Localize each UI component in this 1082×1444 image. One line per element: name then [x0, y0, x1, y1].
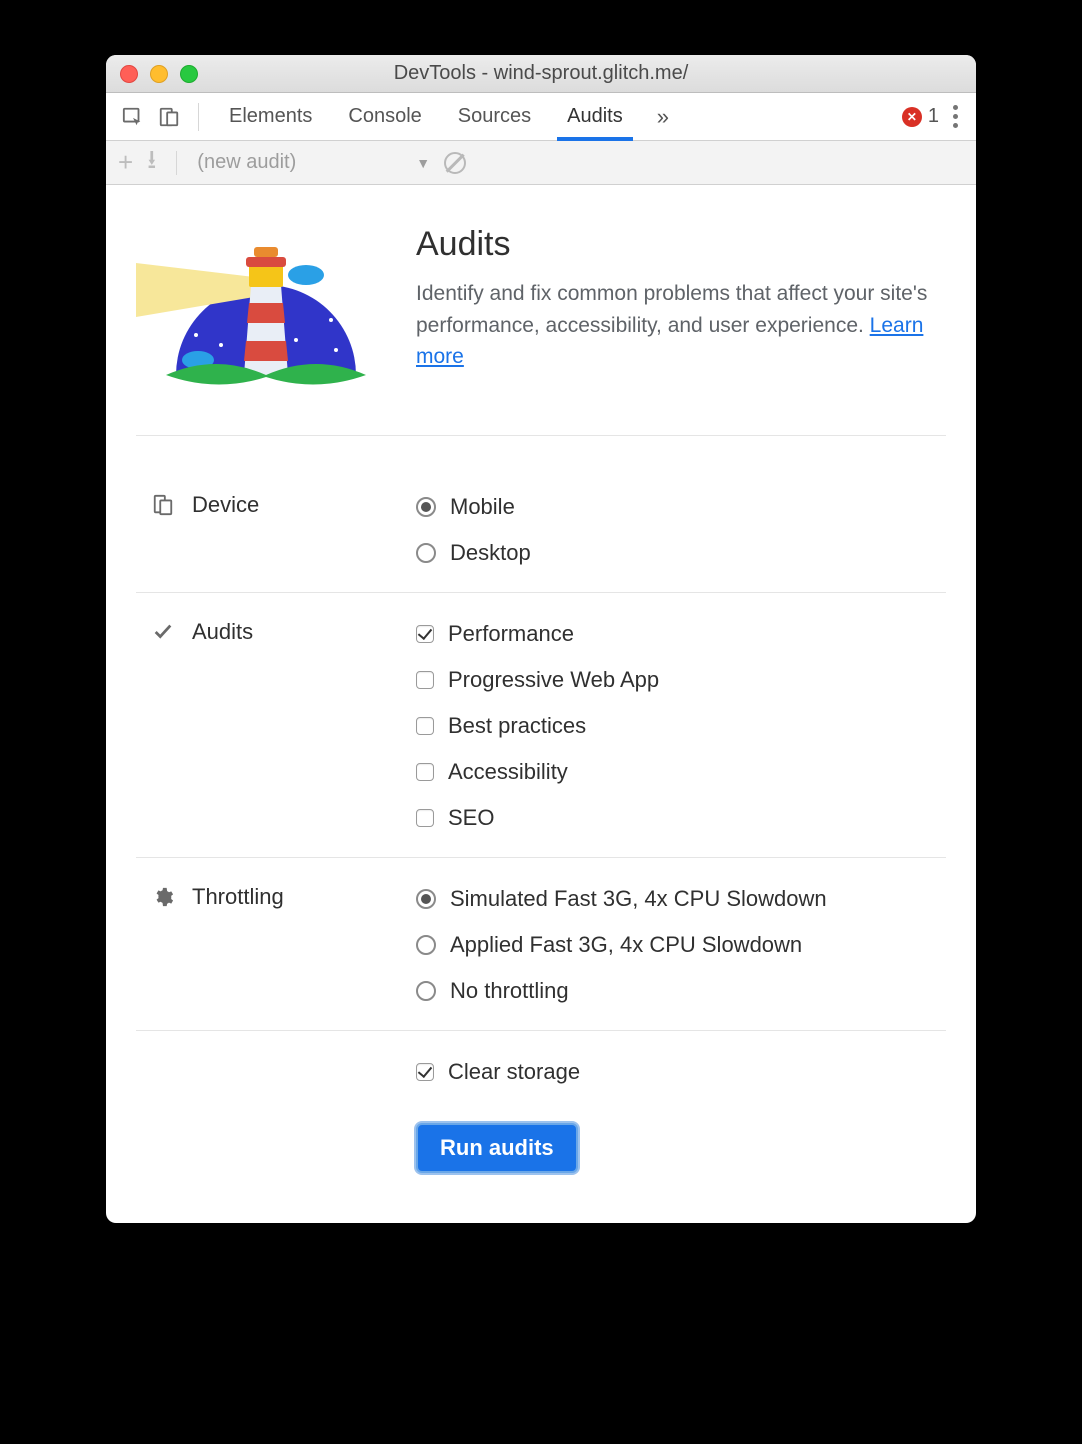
option-label: Mobile [450, 494, 515, 520]
audit-select-dropdown[interactable]: (new audit) ▼ [197, 151, 430, 174]
window-title: DevTools - wind-sprout.glitch.me/ [106, 62, 976, 85]
option-label: Performance [448, 621, 574, 647]
option-label: Accessibility [448, 759, 568, 785]
audit-seo-option[interactable]: SEO [416, 805, 659, 831]
audits-panel: Audits Identify and fix common problems … [106, 185, 976, 1223]
checkbox-icon [416, 763, 434, 781]
audit-accessibility-option[interactable]: Accessibility [416, 759, 659, 785]
device-toggle-icon[interactable] [152, 101, 186, 133]
chevron-down-icon: ▼ [416, 155, 430, 171]
hero-body: Identify and fix common problems that af… [416, 282, 927, 337]
tab-console[interactable]: Console [330, 93, 439, 140]
radio-icon [416, 889, 436, 909]
close-window-button[interactable] [120, 65, 138, 83]
throttling-label: Throttling [192, 884, 284, 910]
throttling-simulated-option[interactable]: Simulated Fast 3G, 4x CPU Slowdown [416, 886, 827, 912]
zoom-window-button[interactable] [180, 65, 198, 83]
separator [198, 103, 199, 131]
throttling-section: Throttling Simulated Fast 3G, 4x CPU Slo… [136, 858, 946, 1031]
option-label: Simulated Fast 3G, 4x CPU Slowdown [450, 886, 827, 912]
inspect-element-icon[interactable] [116, 101, 150, 133]
option-label: Progressive Web App [448, 667, 659, 693]
hero-text: Audits Identify and fix common problems … [416, 225, 946, 373]
titlebar: DevTools - wind-sprout.glitch.me/ [106, 55, 976, 93]
panel-tabs: Elements Console Sources Audits [211, 93, 641, 140]
tab-sources[interactable]: Sources [440, 93, 549, 140]
lighthouse-illustration [136, 225, 376, 395]
hero-heading: Audits [416, 225, 946, 264]
device-mobile-option[interactable]: Mobile [416, 494, 531, 520]
audit-pwa-option[interactable]: Progressive Web App [416, 667, 659, 693]
audit-select-label: (new audit) [197, 151, 296, 174]
checkbox-icon [416, 809, 434, 827]
checkbox-icon [416, 671, 434, 689]
device-icon [150, 494, 176, 516]
error-icon [902, 107, 922, 127]
devtools-tabstrip: Elements Console Sources Audits » 1 [106, 93, 976, 141]
minimize-window-button[interactable] [150, 65, 168, 83]
radio-icon [416, 935, 436, 955]
audit-bestpractices-option[interactable]: Best practices [416, 713, 659, 739]
option-label: Best practices [448, 713, 586, 739]
new-audit-icon[interactable]: + [118, 147, 133, 178]
option-label: SEO [448, 805, 494, 831]
audit-performance-option[interactable]: Performance [416, 621, 659, 647]
radio-icon [416, 543, 436, 563]
error-count-badge[interactable]: 1 [902, 105, 939, 128]
separator [176, 151, 177, 175]
audits-toolbar: + ⭳ (new audit) ▼ [106, 141, 976, 185]
tabs-overflow-icon[interactable]: » [647, 104, 679, 130]
radio-icon [416, 981, 436, 1001]
device-section: Device Mobile Desktop [136, 466, 946, 593]
run-audits-button[interactable]: Run audits [416, 1123, 578, 1173]
device-desktop-option[interactable]: Desktop [416, 540, 531, 566]
option-label: No throttling [450, 978, 569, 1004]
clear-icon[interactable] [444, 152, 466, 174]
radio-icon [416, 497, 436, 517]
option-label: Clear storage [448, 1059, 580, 1085]
storage-section: Clear storage [136, 1031, 946, 1111]
audits-label: Audits [192, 619, 253, 645]
throttling-none-option[interactable]: No throttling [416, 978, 827, 1004]
audits-section: Audits Performance Progressive Web App B… [136, 593, 946, 858]
clear-storage-option[interactable]: Clear storage [416, 1059, 580, 1085]
throttling-applied-option[interactable]: Applied Fast 3G, 4x CPU Slowdown [416, 932, 827, 958]
traffic-lights [120, 65, 198, 83]
checkbox-icon [416, 1063, 434, 1081]
checkbox-icon [416, 717, 434, 735]
checkbox-icon [416, 625, 434, 643]
download-icon[interactable]: ⭳ [147, 141, 156, 185]
device-label: Device [192, 492, 259, 518]
settings-menu-icon[interactable] [953, 105, 958, 128]
option-label: Desktop [450, 540, 531, 566]
option-label: Applied Fast 3G, 4x CPU Slowdown [450, 932, 802, 958]
tab-audits[interactable]: Audits [549, 93, 641, 140]
hero-section: Audits Identify and fix common problems … [136, 225, 946, 436]
devtools-window: DevTools - wind-sprout.glitch.me/ Elemen… [106, 55, 976, 1223]
tab-elements[interactable]: Elements [211, 93, 330, 140]
checkmark-icon [150, 621, 176, 643]
error-count: 1 [928, 105, 939, 128]
gear-icon [150, 886, 176, 908]
